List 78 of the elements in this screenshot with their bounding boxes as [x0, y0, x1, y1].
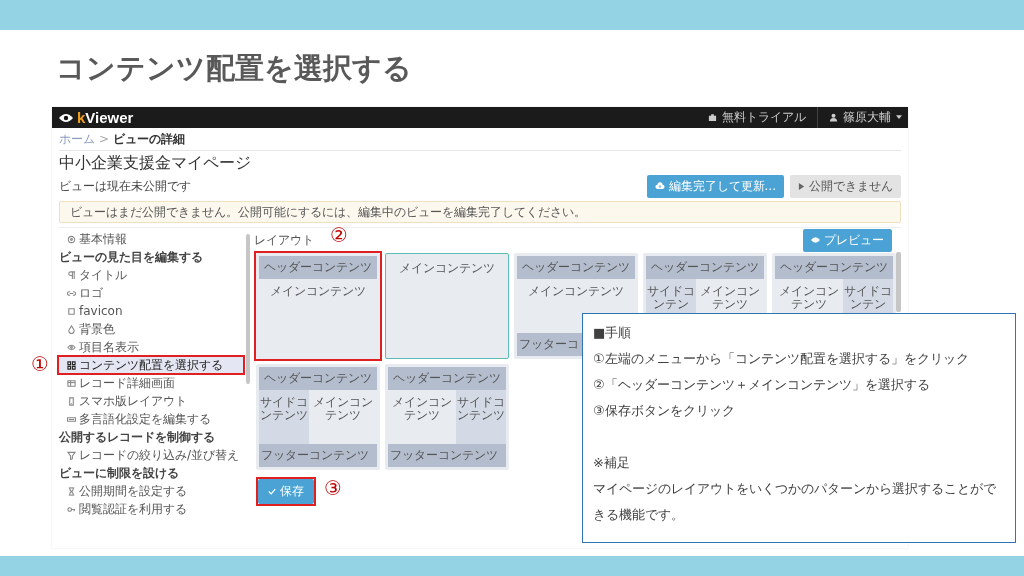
step-number: ③: [324, 478, 342, 498]
gear-icon: [67, 234, 76, 244]
grid-icon: [67, 360, 76, 370]
page-title: 中小企業支援金マイページ: [59, 152, 252, 174]
logo-wordmark[interactable]: kViewer: [77, 109, 134, 126]
eye-icon: [58, 112, 74, 123]
sidebar-item[interactable]: レコードの絞り込み/並び替え: [59, 447, 244, 463]
sidebar-section-title: 公開するレコードを制御する: [59, 429, 216, 445]
slide-title: コンテンツ配置を選択する: [56, 50, 413, 87]
sidebar-item[interactable]: レコード詳細画面: [59, 375, 244, 391]
cloud-upload-icon: [654, 182, 665, 190]
main-content-label: メインコンテンツ: [528, 284, 625, 298]
sidebar-item[interactable]: 基本情報: [59, 231, 244, 247]
sidebar-item[interactable]: 閲覧認証を利用する: [59, 501, 244, 517]
phone-icon: [67, 396, 76, 406]
sidebar-item[interactable]: favicon: [59, 303, 244, 319]
note-paragraph: マイページのレイアウトをいくつかのパターンから選択することができる機能です。: [593, 480, 997, 524]
breadcrumb-item: ビューの詳細: [113, 130, 186, 148]
side-area: サイドコンテンツ: [456, 390, 507, 444]
header-area: ヘッダーコンテンツ: [259, 256, 378, 279]
header-area: ヘッダーコンテンツ: [775, 256, 894, 279]
main-content-label: メインコンテンツ: [313, 395, 374, 422]
status-text: ビューは現在未公開です: [59, 177, 191, 195]
sidebar-section-title: ビューの見た目を編集する: [59, 249, 204, 265]
layout-option[interactable]: ヘッダーコンテンツ サイドコンテンツ メインコンテンツ フッターコンテンツ: [256, 364, 381, 470]
layout-label: レイアウト: [254, 231, 315, 249]
scrollbar[interactable]: [896, 252, 901, 312]
sidebar-item[interactable]: 多言語化設定を編集する: [59, 411, 244, 427]
user-name[interactable]: 篠原大輔: [843, 109, 891, 126]
warning-alert: ビューはまだ公開できません。公開可能にするには、編集中のビューを編集完了してください。: [59, 201, 901, 223]
sidebar-item[interactable]: ロゴ: [59, 285, 244, 301]
footer-area: フッターコンテンツ: [259, 444, 378, 467]
header-area: ヘッダーコンテンツ: [259, 367, 378, 390]
drop-icon: [67, 324, 76, 334]
main-content-label: メインコンテンツ: [399, 261, 496, 275]
main-content-label: メインコンテンツ: [392, 395, 453, 422]
sidebar-section-title: ビューに制限を設ける: [59, 465, 180, 481]
layout-option[interactable]: ヘッダーコンテンツ メインコンテンツ サイドコンテンツ フッターコンテンツ: [385, 364, 510, 470]
step-text: ②「ヘッダーコンテンツ＋メインコンテンツ」を選択する: [593, 376, 931, 394]
paragraph-icon: [67, 270, 76, 280]
main-content-label: メインコンテンツ: [700, 284, 761, 311]
eye-icon: [811, 237, 820, 243]
step-text: ③保存ボタンをクリック: [593, 402, 736, 420]
play-icon: [798, 182, 805, 190]
header-area: ヘッダーコンテンツ: [517, 256, 636, 279]
header-area: ヘッダーコンテンツ: [646, 256, 765, 279]
sidebar-item[interactable]: 項目名表示: [59, 339, 244, 355]
square-icon: [67, 306, 76, 316]
highlight-frame: [256, 477, 317, 506]
keyboard-icon: [67, 414, 76, 424]
step-number: ①: [31, 354, 49, 374]
briefcase-icon: [708, 113, 717, 122]
breadcrumb-separator: >: [99, 132, 110, 146]
hourglass-icon: [67, 486, 76, 496]
side-area: サイドコンテンツ: [259, 390, 310, 444]
eye-icon: [67, 342, 76, 352]
header-area: ヘッダーコンテンツ: [388, 367, 507, 390]
user-icon: [829, 113, 838, 122]
note-heading: ※補足: [593, 454, 631, 472]
main-content-label: メインコンテンツ: [779, 284, 840, 311]
filter-icon: [67, 450, 76, 460]
key-icon: [67, 504, 76, 514]
table-icon: [67, 378, 76, 388]
scrollbar[interactable]: [246, 234, 251, 384]
sidebar-item[interactable]: スマホ版レイアウト: [59, 393, 244, 409]
link-icon: [67, 288, 76, 298]
sidebar-item[interactable]: タイトル: [59, 267, 244, 283]
check-icon: [268, 488, 277, 495]
footer-area: フッターコンテンツ: [388, 444, 507, 467]
sidebar-item[interactable]: 公開期間を設定する: [59, 483, 244, 499]
sidebar-item[interactable]: 背景色: [59, 321, 244, 337]
sidebar-item[interactable]: コンテンツ配置を選択する: [59, 357, 244, 373]
caret-icon[interactable]: [896, 115, 902, 120]
main-content-label: メインコンテンツ: [270, 284, 367, 298]
layout-option[interactable]: メインコンテンツ: [385, 253, 510, 359]
layout-option[interactable]: ヘッダーコンテンツ メインコンテンツ: [256, 253, 381, 359]
trial-link[interactable]: 無料トライアル: [722, 109, 806, 126]
step-number: ②: [330, 225, 348, 245]
